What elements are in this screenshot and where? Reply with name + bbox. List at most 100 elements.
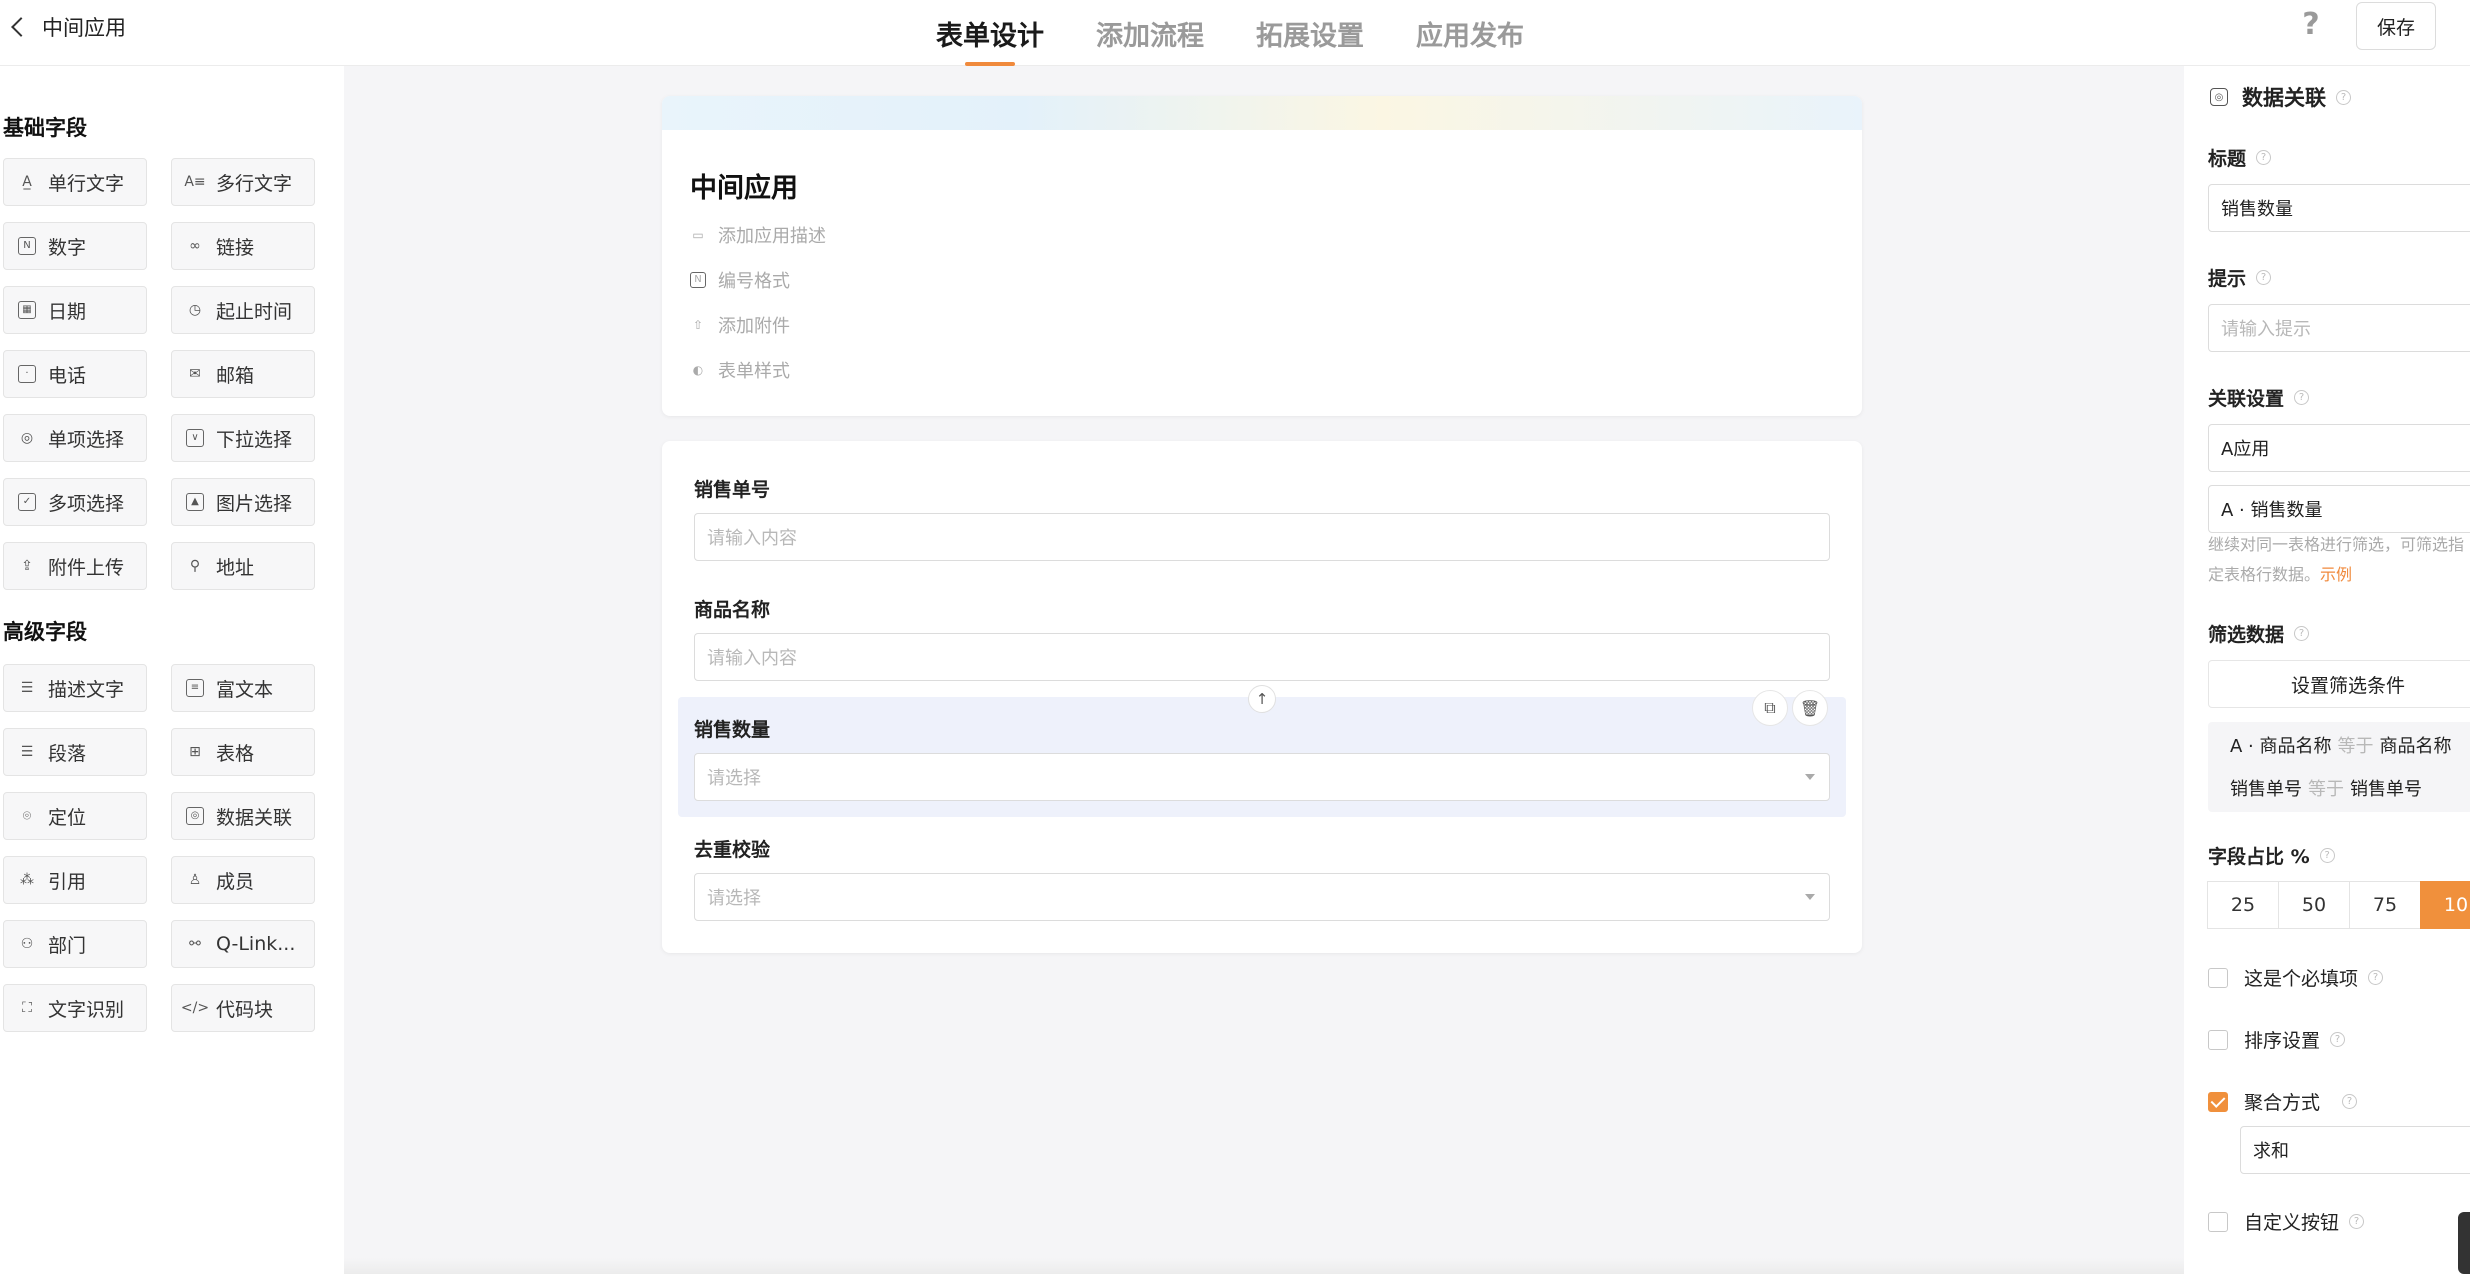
field-address[interactable]: ⚲ 地址 <box>171 542 315 590</box>
trash-icon[interactable]: 🗑 <box>1792 690 1828 726</box>
link-app-select[interactable]: A应用 <box>2208 424 2470 472</box>
dedup-check-select[interactable]: 请选择 <box>694 873 1830 921</box>
field-attachment[interactable]: ⇪ 附件上传 <box>3 542 147 590</box>
help-icon[interactable]: ? <box>2330 1032 2346 1047</box>
tab-add-process[interactable]: 添加流程 <box>1070 0 1230 66</box>
form-title[interactable]: 中间应用 <box>690 166 798 205</box>
field-code-block[interactable]: </> 代码块 <box>171 984 315 1032</box>
upload-icon: ⇪ <box>21 558 33 574</box>
number-format-icon: N <box>690 272 706 288</box>
field-image-choice[interactable]: ▲ 图片选择 <box>171 478 315 526</box>
field-department[interactable]: ⚇ 部门 <box>3 920 147 968</box>
help-icon[interactable]: ? <box>2336 89 2351 105</box>
help-icon[interactable]: ? <box>2342 1094 2358 1109</box>
ratio-option-50[interactable]: 50 <box>2278 881 2350 929</box>
checkbox-checked[interactable] <box>2208 1091 2228 1112</box>
example-link[interactable]: 示例 <box>2320 565 2352 584</box>
field-phone[interactable]: · 电话 <box>3 350 147 398</box>
tab-extension-settings[interactable]: 拓展设置 <box>1230 0 1390 66</box>
help-icon[interactable]: ? <box>2368 970 2384 985</box>
help-icon[interactable]: ? <box>2256 150 2272 165</box>
link-field-select[interactable]: A · 销售数量 <box>2208 485 2470 533</box>
sort-settings-checkbox[interactable]: 排序设置? <box>2208 1026 2346 1053</box>
pin-icon: ⌾ <box>22 808 32 824</box>
field-label: 商品名称 <box>694 599 771 621</box>
field-email[interactable]: ✉ 邮箱 <box>171 350 315 398</box>
field-paragraph[interactable]: ☰ 段落 <box>3 728 147 776</box>
checkbox[interactable] <box>2208 967 2228 988</box>
checkbox[interactable] <box>2208 1029 2228 1050</box>
sales-order-input[interactable]: 请输入内容 <box>694 513 1830 561</box>
field-ocr[interactable]: ⛶ 文字识别 <box>3 984 147 1032</box>
product-name-input[interactable]: 请输入内容 <box>694 633 1830 681</box>
field-ratio-label: 字段占比 %? <box>2208 842 2335 869</box>
field-qlink[interactable]: ⚯ Q-Link... <box>171 920 315 968</box>
back-button[interactable]: 中间应用 <box>6 10 126 44</box>
add-attachment-link[interactable]: ⇧ 添加附件 <box>690 312 790 338</box>
reference-icon: ⁂ <box>20 872 34 888</box>
copy-icon[interactable]: ⧉ <box>1752 690 1788 726</box>
phone-icon: · <box>18 365 36 383</box>
arrow-up-icon[interactable]: ↑ <box>1248 685 1276 713</box>
help-icon[interactable]: ? <box>2319 848 2335 863</box>
field-time-range[interactable]: ◷ 起止时间 <box>171 286 315 334</box>
link-description: 继续对同一表格进行筛选，可筛选指定表格行数据。示例 <box>2208 535 2465 584</box>
property-panel: ◎ 数据关联 ? 标题? 销售数量 提示? 请输入提示 关联设置? A应用 A … <box>2184 66 2470 1274</box>
title-input[interactable]: 销售数量 <box>2208 184 2470 232</box>
aggregate-method-select[interactable]: 求和 <box>2240 1126 2470 1174</box>
form-style-link[interactable]: ◐ 表单样式 <box>690 357 790 383</box>
help-icon[interactable]: ? <box>2294 390 2310 405</box>
location-icon: ⚲ <box>189 558 201 574</box>
tab-app-publish[interactable]: 应用发布 <box>1390 0 1550 66</box>
required-checkbox[interactable]: 这是个必填项? <box>2208 964 2384 991</box>
filter-condition[interactable]: A · 商品名称 等于 商品名称 <box>2230 732 2451 758</box>
field-location[interactable]: ⌾ 定位 <box>3 792 147 840</box>
canvas-bottom-edge <box>344 1258 2184 1274</box>
field-number[interactable]: N 数字 <box>3 222 147 270</box>
field-rich-text[interactable]: ≡ 富文本 <box>171 664 315 712</box>
field-label: 去重校验 <box>694 839 771 861</box>
sales-quantity-select[interactable]: 请选择 <box>694 753 1830 801</box>
filter-condition[interactable]: 销售单号 等于 销售单号 <box>2230 775 2422 801</box>
help-icon[interactable]: ? <box>2296 8 2326 42</box>
field-single-line-text[interactable]: A̲ 单行文字 <box>3 158 147 206</box>
field-multi-choice[interactable]: ✓ 多项选择 <box>3 478 147 526</box>
scrollbar-thumb[interactable] <box>2458 1212 2470 1274</box>
field-link[interactable]: ∞ 链接 <box>171 222 315 270</box>
comment-icon: ▭ <box>692 228 704 242</box>
number-format-link[interactable]: N 编号格式 <box>690 267 790 293</box>
mail-icon: ✉ <box>189 366 201 382</box>
field-dropdown[interactable]: ∨ 下拉选择 <box>171 414 315 462</box>
help-icon[interactable]: ? <box>2349 1214 2365 1229</box>
aggregate-checkbox[interactable]: 聚合方式? <box>2208 1088 2358 1115</box>
add-description-link[interactable]: ▭ 添加应用描述 <box>690 222 826 248</box>
ratio-option-25[interactable]: 25 <box>2207 881 2279 929</box>
help-icon[interactable]: ? <box>2294 626 2310 641</box>
department-icon: ⚇ <box>20 936 34 952</box>
field-member[interactable]: ♙ 成员 <box>171 856 315 904</box>
field-reference[interactable]: ⁂ 引用 <box>3 856 147 904</box>
field-single-choice[interactable]: ◎ 单项选择 <box>3 414 147 462</box>
custom-button-checkbox[interactable]: 自定义按钮? <box>2208 1208 2365 1235</box>
field-data-link[interactable]: ◎ 数据关联 <box>171 792 315 840</box>
number-icon: N <box>18 237 36 255</box>
field-description[interactable]: ☰ 描述文字 <box>3 664 147 712</box>
hint-input[interactable]: 请输入提示 <box>2208 304 2470 352</box>
field-ratio-selector: 25 50 75 10 <box>2207 881 2470 929</box>
help-icon[interactable]: ? <box>2256 270 2272 285</box>
ratio-option-75[interactable]: 75 <box>2349 881 2421 929</box>
filter-conditions: A · 商品名称 等于 商品名称 销售单号 等于 销售单号 <box>2208 722 2470 812</box>
save-button[interactable]: 保存 <box>2356 2 2436 50</box>
tab-form-design[interactable]: 表单设计 <box>910 0 1070 66</box>
multiline-text-icon: A≡ <box>184 174 206 190</box>
field-date[interactable]: ▦ 日期 <box>3 286 147 334</box>
checkbox[interactable] <box>2208 1211 2228 1232</box>
form-header-card: 中间应用 ▭ 添加应用描述 N 编号格式 ⇧ 添加附件 ◐ 表单样式 <box>662 96 1862 416</box>
clock-icon: ◷ <box>188 302 202 318</box>
ratio-option-100[interactable]: 10 <box>2420 881 2470 929</box>
top-bar: 中间应用 表单设计 添加流程 拓展设置 应用发布 ? 保存 <box>0 0 2470 66</box>
field-multi-line-text[interactable]: A≡ 多行文字 <box>171 158 315 206</box>
field-table[interactable]: ⊞ 表格 <box>171 728 315 776</box>
set-filter-button[interactable]: 设置筛选条件 <box>2208 660 2470 708</box>
palette-icon: ◐ <box>692 363 704 377</box>
